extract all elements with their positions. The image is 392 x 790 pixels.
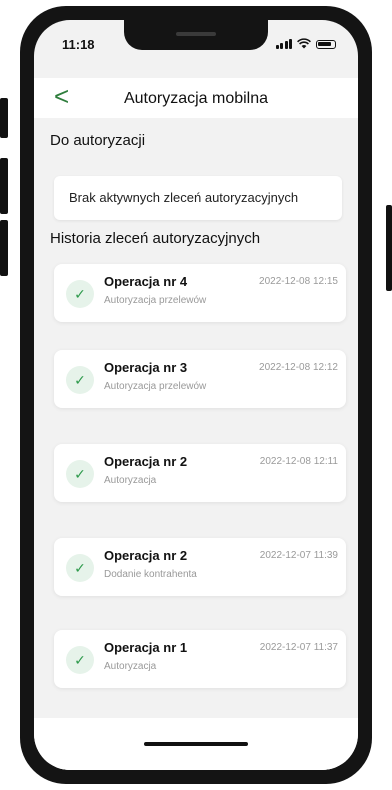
- notch: [124, 20, 268, 50]
- operation-type: Dodanie kontrahenta: [104, 569, 197, 580]
- check-icon: ✓: [66, 366, 94, 394]
- pending-section-title: Do autoryzacji: [50, 132, 146, 149]
- status-icons: [275, 38, 336, 49]
- page-title: Autoryzacja mobilna: [123, 90, 269, 107]
- operation-name: Operacja nr 4: [104, 274, 188, 289]
- home-indicator[interactable]: [144, 742, 248, 746]
- operation-type: Autoryzacja przelewów: [104, 295, 207, 306]
- nav-bar: < Autoryzacja mobilna: [34, 78, 358, 118]
- history-item[interactable]: ✓ Operacja nr 3 Autoryzacja przelewów 20…: [54, 350, 346, 408]
- history-item[interactable]: ✓ Operacja nr 1 Autoryzacja 2022-12-07 1…: [54, 630, 346, 688]
- empty-pending-message: Brak aktywnych zleceń autoryzacyjnych: [69, 190, 299, 205]
- check-icon: ✓: [66, 554, 94, 582]
- operation-name: Operacja nr 3: [104, 360, 188, 375]
- operation-name: Operacja nr 1: [104, 640, 188, 655]
- content-area[interactable]: Do autoryzacji Brak aktywnych zleceń aut…: [34, 118, 358, 770]
- operation-type: Autoryzacja: [104, 475, 157, 486]
- check-icon: ✓: [66, 280, 94, 308]
- history-item[interactable]: ✓ Operacja nr 4 Autoryzacja przelewów 20…: [54, 264, 346, 322]
- history-item[interactable]: ✓ Operacja nr 2 Autoryzacja 2022-12-08 1…: [54, 444, 346, 502]
- battery-icon: [316, 40, 336, 49]
- phone-screen: 11:18 < Autoryzacja mobilna Do autoryzac…: [34, 20, 358, 770]
- operation-date: 2022-12-08 12:11: [259, 456, 338, 467]
- mute-switch: [0, 98, 8, 138]
- volume-down-button: [0, 220, 8, 276]
- phone-frame: 11:18 < Autoryzacja mobilna Do autoryzac…: [20, 6, 372, 784]
- operation-type: Autoryzacja przelewów: [104, 381, 207, 392]
- check-icon: ✓: [66, 460, 94, 488]
- status-time: 11:18: [62, 37, 95, 52]
- wifi-icon: [297, 38, 311, 49]
- operation-name: Operacja nr 2: [104, 548, 188, 563]
- speaker-grille: [176, 32, 216, 36]
- operation-name: Operacja nr 2: [104, 454, 188, 469]
- operation-date: 2022-12-08 12:15: [259, 276, 338, 287]
- empty-pending-card: Brak aktywnych zleceń autoryzacyjnych: [54, 176, 342, 220]
- power-button: [386, 205, 392, 291]
- operation-date: 2022-12-08 12:12: [259, 362, 338, 373]
- operation-type: Autoryzacja: [104, 661, 157, 672]
- signal-icon: [275, 39, 292, 49]
- operation-date: 2022-12-07 11:37: [259, 642, 338, 653]
- volume-up-button: [0, 158, 8, 214]
- history-section-title: Historia zleceń autoryzacyjnych: [50, 230, 261, 247]
- check-icon: ✓: [66, 646, 94, 674]
- bottom-area: [34, 718, 358, 770]
- history-item[interactable]: ✓ Operacja nr 2 Dodanie kontrahenta 2022…: [54, 538, 346, 596]
- operation-date: 2022-12-07 11:39: [259, 550, 338, 561]
